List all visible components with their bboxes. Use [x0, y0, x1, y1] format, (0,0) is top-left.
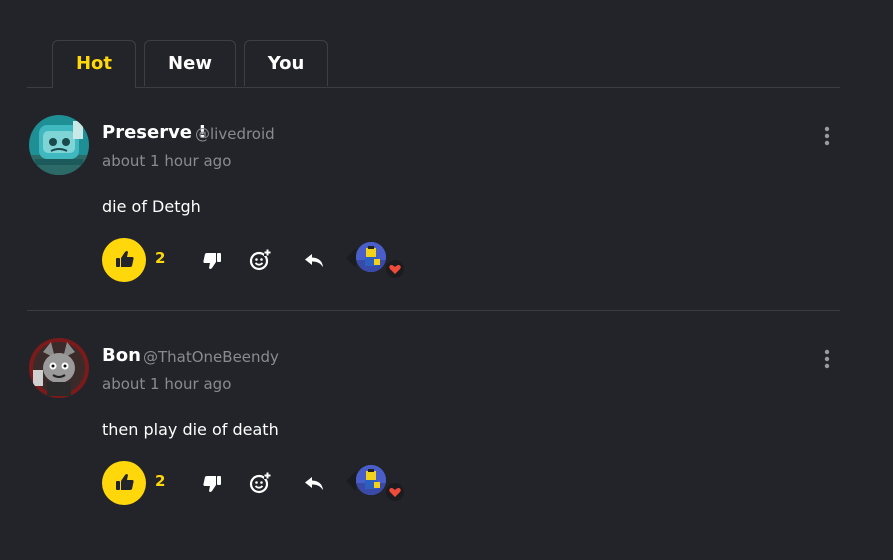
thumbs-down-icon[interactable] — [200, 471, 224, 495]
comments-panel: Hot New You Preserve ! @livedroid about … — [0, 0, 893, 560]
comment-actions: 2 — [102, 238, 422, 282]
author-name[interactable]: Preserve ! — [102, 122, 207, 143]
like-count: 2 — [155, 249, 166, 267]
comment-divider — [27, 310, 840, 311]
tab-you[interactable]: You — [244, 40, 328, 86]
comment-text: then play die of death — [102, 420, 279, 439]
author-handle[interactable]: @livedroid — [195, 125, 275, 143]
author-name[interactable]: Bon — [102, 345, 141, 366]
avatar[interactable] — [29, 338, 89, 398]
timestamp: about 1 hour ago — [102, 152, 232, 170]
reply-icon[interactable] — [302, 471, 326, 495]
timestamp: about 1 hour ago — [102, 375, 232, 393]
add-emoji-icon[interactable] — [248, 471, 272, 495]
reactor-avatar — [356, 242, 386, 272]
heart-icon — [386, 260, 404, 278]
thumbs-up-icon — [116, 474, 134, 490]
like-button[interactable] — [102, 461, 146, 505]
avatar[interactable] — [29, 115, 89, 175]
thumbs-up-icon — [116, 251, 134, 267]
avatar-image — [29, 115, 89, 175]
more-vertical-icon[interactable] — [817, 347, 837, 371]
reply-icon[interactable] — [302, 248, 326, 272]
add-emoji-icon[interactable] — [248, 248, 272, 272]
sort-tabs: Hot New You — [27, 40, 840, 88]
comment-actions: 2 — [102, 461, 422, 505]
like-count: 2 — [155, 472, 166, 490]
reaction-badge[interactable] — [346, 242, 404, 282]
thumbs-down-icon[interactable] — [200, 248, 224, 272]
reactor-avatar — [356, 465, 386, 495]
author-handle[interactable]: @ThatOneBeendy — [143, 348, 279, 366]
more-vertical-icon[interactable] — [817, 124, 837, 148]
like-button[interactable] — [102, 238, 146, 282]
tab-new[interactable]: New — [144, 40, 236, 86]
avatar-image — [29, 338, 89, 398]
heart-icon — [386, 483, 404, 501]
reaction-badge[interactable] — [346, 465, 404, 505]
tab-hot[interactable]: Hot — [52, 40, 136, 88]
comment-text: die of Detgh — [102, 197, 201, 216]
